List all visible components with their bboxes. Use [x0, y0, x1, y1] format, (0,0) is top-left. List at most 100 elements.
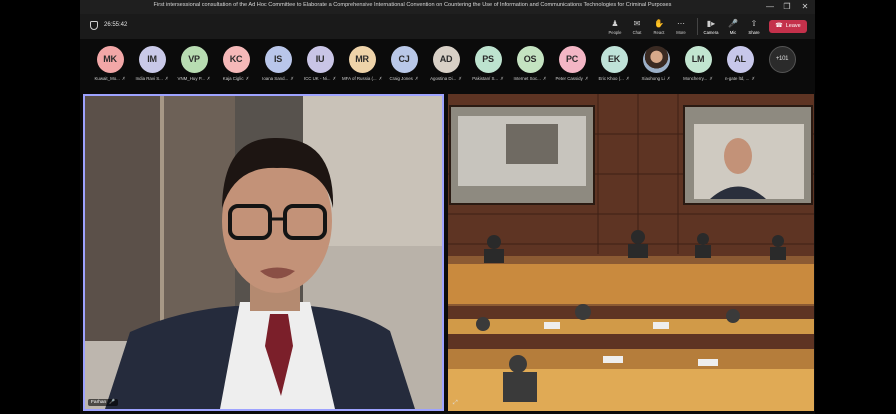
conference-room-video-tile[interactable]: ⤢ — [448, 94, 814, 411]
mic-off-icon: ✗ — [414, 76, 419, 81]
phone-hangup-icon: ☎ — [775, 23, 783, 29]
avatar: CJ — [390, 46, 418, 73]
share-icon: ⇧ — [750, 19, 758, 28]
chat-icon: ✉ — [633, 19, 641, 28]
mic-off-icon: ✗ — [206, 76, 211, 81]
title-bar: First intersessional consultation of the… — [80, 0, 815, 14]
share-label: Share — [748, 30, 760, 35]
participant-name-text: Ioana Sand... — [262, 76, 289, 81]
participant-avatar[interactable]: KC Kaja Ciglic ✗ — [216, 46, 256, 82]
participant-name: Internet Soc... ✗ — [510, 76, 550, 82]
participant-avatar[interactable]: PS Pakistan/ S... ✗ — [468, 46, 508, 82]
expand-icon[interactable]: ⤢ — [453, 400, 458, 407]
participant-name-text: Agostina Di... — [430, 76, 457, 81]
avatar: OS — [516, 46, 544, 73]
maximize-icon[interactable]: ❐ — [780, 1, 794, 13]
avatar: EK — [600, 46, 628, 73]
people-button[interactable]: ♟ People — [604, 19, 626, 35]
more-label: More — [676, 30, 686, 35]
mic-off-icon: ✗ — [245, 76, 250, 81]
participant-avatar[interactable]: PC Peter Cassidy ✗ — [552, 46, 592, 82]
participant-name: Ioana Sand... ✗ — [258, 76, 298, 82]
participant-avatar[interactable]: EK Eric Khoo (... ✗ — [594, 46, 634, 82]
participant-avatar[interactable]: CJ Craig Jones ✗ — [384, 46, 424, 82]
participant-avatar[interactable]: LM Moncherry... ✗ — [678, 46, 718, 82]
speaker-video-tile[interactable]: Farhan 🎤 — [83, 94, 444, 411]
share-button[interactable]: ⇧ Share — [743, 19, 765, 35]
participant-strip: MK Kuwait_Mo... ✗ IM India Ravi S... ✗ VP VNM_H… — [80, 40, 815, 90]
participant-avatar[interactable]: Xiaohong Li ✗ — [636, 46, 676, 82]
camera-icon: ▮▸ — [706, 19, 716, 28]
leave-button[interactable]: ☎ Leave — [769, 20, 807, 33]
participant-avatar[interactable]: IU ICC UK - Ni... ✗ — [300, 46, 340, 82]
avatar: MK — [96, 46, 124, 73]
mic-off-icon: ✗ — [164, 76, 169, 81]
participant-name-text: Internet Soc... — [513, 76, 541, 81]
participant-name-text: Xiaohong Li — [641, 76, 665, 81]
mic-off-icon: ✗ — [666, 76, 671, 81]
participant-name: MFA of Russia (... ✗ — [342, 76, 382, 82]
mic-off-icon: ✗ — [458, 76, 462, 81]
participant-name: Kaja Ciglic ✗ — [216, 76, 256, 82]
speaker-name: Farhan — [91, 400, 107, 405]
participant-name: Agostina Di... ✗ — [426, 76, 466, 82]
mic-icon: 🎤 — [728, 19, 738, 28]
participant-avatar[interactable]: OS Internet Soc... ✗ — [510, 46, 550, 82]
mic-off-icon: ✗ — [625, 76, 630, 81]
avatar: PS — [474, 46, 502, 73]
mic-off-icon: ✗ — [500, 76, 504, 81]
close-icon[interactable]: ✕ — [798, 1, 812, 13]
avatar: VP — [180, 46, 208, 73]
avatar: AD — [432, 46, 460, 73]
react-icon: ✋ — [654, 19, 664, 28]
camera-button[interactable]: ▮▸ Camera — [700, 19, 722, 35]
more-button[interactable]: ⋯ More — [670, 19, 692, 35]
participant-name: Peter Cassidy ✗ — [552, 76, 592, 82]
meeting-timer: 26:55:42 — [104, 22, 128, 28]
participant-name: Eric Khoo (... ✗ — [594, 76, 634, 82]
avatar: AL — [726, 46, 754, 73]
mic-off-icon: ✗ — [542, 76, 547, 81]
people-label: People — [608, 30, 622, 35]
participant-name: ICC UK - Ni... ✗ — [300, 76, 340, 82]
avatar — [642, 46, 670, 73]
participant-name-text: ICC UK - Ni... — [303, 76, 331, 81]
participant-avatar[interactable]: IM India Ravi S... ✗ — [132, 46, 172, 82]
speaker-name-tag: Farhan 🎤 — [88, 399, 119, 406]
avatar: IU — [306, 46, 334, 73]
participant-avatar[interactable]: MR MFA of Russia (... ✗ — [342, 46, 382, 82]
participant-avatar[interactable]: AL n-gate ltd, ... ✗ — [720, 46, 760, 82]
overflow-count: +101 — [768, 46, 796, 73]
chat-button[interactable]: ✉ Chat — [626, 19, 648, 35]
react-label: React — [653, 30, 665, 35]
avatar: LM — [684, 46, 712, 73]
avatar: KC — [222, 46, 250, 73]
minimize-icon[interactable]: — — [763, 1, 777, 13]
participant-name-text: Pakistan/ S... — [472, 76, 499, 81]
participant-name: n-gate ltd, ... ✗ — [720, 76, 760, 82]
leave-label: Leave — [785, 23, 801, 29]
participant-name-text: India Ravi S... — [135, 76, 163, 81]
react-button[interactable]: ✋ React — [648, 19, 670, 35]
meeting-toolbar: 26:55:42 ♟ People ✉ Chat ✋ React ⋯ More … — [80, 14, 815, 39]
meeting-title: First intersessional consultation of the… — [153, 2, 672, 8]
avatar: MR — [348, 46, 376, 73]
people-icon: ♟ — [611, 19, 619, 28]
participant-avatar[interactable]: IS Ioana Sand... ✗ — [258, 46, 298, 82]
participant-name: Xiaohong Li ✗ — [636, 76, 676, 82]
participant-name-text: Kaja Ciglic — [222, 76, 244, 81]
participant-name: Kuwait_Mo... ✗ — [90, 76, 130, 82]
participant-name-text: MFA of Russia (... — [342, 76, 377, 81]
participant-name-text: VNM_Huy P... — [177, 76, 205, 81]
mic-off-icon: ✗ — [751, 76, 756, 81]
participant-name-text: Peter Cassidy — [555, 76, 583, 81]
participant-avatar[interactable]: AD Agostina Di... ✗ — [426, 46, 466, 82]
mic-off-icon: ✗ — [121, 76, 126, 81]
toolbar-divider — [697, 18, 698, 35]
more-participants-button[interactable]: +101 — [762, 46, 802, 73]
participant-avatar[interactable]: VP VNM_Huy P... ✗ — [174, 46, 214, 82]
participant-name-text: n-gate ltd, ... — [724, 76, 750, 81]
participant-name: India Ravi S... ✗ — [132, 76, 172, 82]
mic-button[interactable]: 🎤 Mic — [722, 19, 744, 35]
participant-avatar[interactable]: MK Kuwait_Mo... ✗ — [90, 46, 130, 82]
